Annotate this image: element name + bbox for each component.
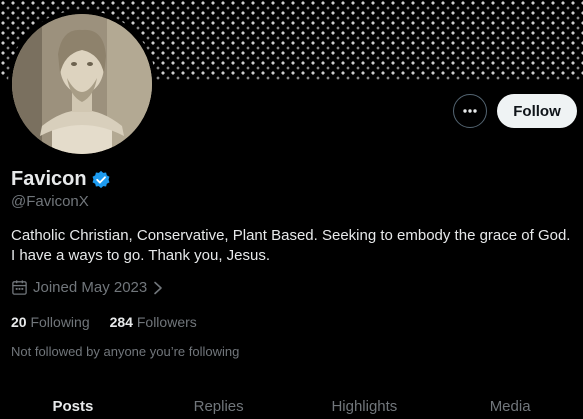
follow-button[interactable]: Follow <box>497 94 577 128</box>
followers-label: Followers <box>136 314 197 330</box>
tab-highlights[interactable]: Highlights <box>292 390 438 419</box>
avatar-bust-image <box>12 14 152 154</box>
avatar[interactable] <box>12 14 152 154</box>
calendar-icon <box>12 280 27 295</box>
profile-bio: Catholic Christian, Conservative, Plant … <box>11 227 571 264</box>
mutual-followers-note: Not followed by anyone you’re following <box>11 344 240 359</box>
chevron-right-icon <box>154 281 163 294</box>
user-handle: @FaviconX <box>11 193 89 210</box>
following-count: 20 <box>11 314 27 330</box>
tab-media[interactable]: Media <box>437 390 583 419</box>
followers-count: 284 <box>109 314 133 330</box>
following-link[interactable]: 20 Following <box>11 314 90 330</box>
tab-replies[interactable]: Replies <box>146 390 292 419</box>
avatar-border <box>8 10 156 158</box>
more-options-button[interactable] <box>453 94 487 128</box>
profile-tabs: Posts Replies Highlights Media <box>0 390 583 419</box>
tab-posts[interactable]: Posts <box>0 390 146 419</box>
name-row: Favicon <box>11 168 111 191</box>
more-horizontal-icon <box>463 109 477 113</box>
followers-link[interactable]: 284 Followers <box>110 314 197 330</box>
follow-stats: 20 Following 284 Followers <box>11 314 217 330</box>
display-name: Favicon <box>11 168 87 190</box>
join-date: Joined May 2023 <box>33 279 148 296</box>
following-label: Following <box>30 314 90 330</box>
verified-badge-icon[interactable] <box>91 170 111 190</box>
join-date-row[interactable]: Joined May 2023 <box>11 279 164 296</box>
